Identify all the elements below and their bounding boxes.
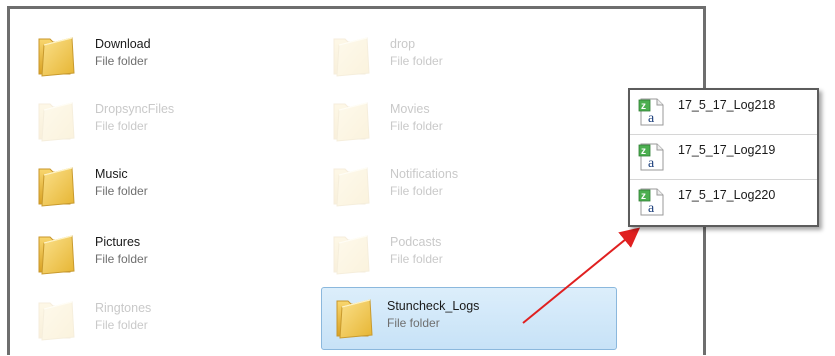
log-file-name: 17_5_17_Log220 — [678, 188, 776, 202]
compressed-text-file-icon — [638, 97, 666, 127]
folder-icon — [36, 233, 82, 275]
compressed-text-file-icon — [638, 187, 666, 217]
log-file-name: 17_5_17_Log219 — [678, 143, 776, 157]
folder-icon — [331, 165, 377, 207]
folder-icon — [36, 299, 82, 341]
folder-icon — [334, 297, 380, 339]
folder-name: Notifications — [390, 167, 459, 181]
folder-name: Pictures — [95, 235, 141, 249]
compressed-text-file-icon — [638, 142, 666, 172]
folder-name: Stuncheck_Logs — [387, 299, 480, 313]
log-file-item[interactable]: 17_5_17_Log219 — [630, 135, 817, 180]
log-file-name: 17_5_17_Log218 — [678, 98, 776, 112]
folder-drop[interactable]: drop File folder — [315, 23, 605, 83]
folder-podcasts[interactable]: Podcasts File folder — [315, 221, 605, 281]
folder-name: Podcasts — [390, 235, 442, 249]
folder-music[interactable]: Music File folder — [20, 153, 310, 213]
folder-notifications[interactable]: Notifications File folder — [315, 153, 605, 213]
folder-icon — [331, 233, 377, 275]
folder-pictures[interactable]: Pictures File folder — [20, 221, 310, 281]
folder-name: drop — [390, 37, 416, 51]
folder-type: File folder — [95, 252, 148, 266]
folder-type: File folder — [95, 54, 148, 68]
folder-dropsyncfiles[interactable]: DropsyncFiles File folder — [20, 88, 310, 148]
folder-type: File folder — [387, 316, 440, 330]
folder-name: Ringtones — [95, 301, 152, 315]
log-file-item[interactable]: 17_5_17_Log220 — [630, 180, 817, 225]
folder-type: File folder — [95, 184, 148, 198]
folder-name: Download — [95, 37, 151, 51]
folder-icon — [36, 100, 82, 142]
folder-name: Music — [95, 167, 128, 181]
folder-type: File folder — [95, 318, 148, 332]
folder-icon — [331, 100, 377, 142]
folder-type: File folder — [390, 184, 443, 198]
file-explorer-window: Download File folder drop File folder Dr… — [7, 6, 706, 355]
folder-type: File folder — [390, 119, 443, 133]
folder-icon — [36, 35, 82, 77]
folder-icon — [36, 165, 82, 207]
folder-ringtones[interactable]: Ringtones File folder — [20, 287, 310, 347]
folder-type: File folder — [390, 252, 443, 266]
folder-type: File folder — [95, 119, 148, 133]
log-file-item[interactable]: 17_5_17_Log218 — [630, 90, 817, 135]
folder-type: File folder — [390, 54, 443, 68]
log-files-panel: 17_5_17_Log218 17_5_17_Log219 17_5_17_Lo… — [628, 88, 819, 227]
folder-name: DropsyncFiles — [95, 102, 175, 116]
folder-name: Movies — [390, 102, 430, 116]
folder-stuncheck-logs[interactable]: Stuncheck_Logs File folder — [321, 287, 617, 350]
folder-movies[interactable]: Movies File folder — [315, 88, 605, 148]
folder-download[interactable]: Download File folder — [20, 23, 310, 83]
folder-icon — [331, 35, 377, 77]
